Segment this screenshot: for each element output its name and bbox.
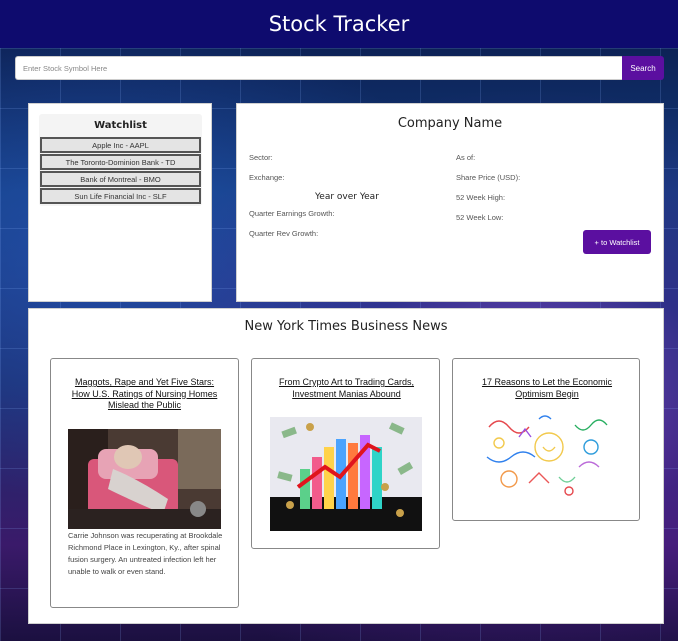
add-to-watchlist-button[interactable]: + to Watchlist <box>583 230 651 254</box>
watchlist-title: Watchlist <box>94 120 147 131</box>
news-card-2: From Crypto Art to Trading Cards, Invest… <box>251 358 440 549</box>
watchlist-panel: Watchlist Apple Inc - AAPL The Toronto-D… <box>28 103 212 302</box>
sector-label: Sector: <box>249 153 273 162</box>
news-headline-3[interactable]: 17 Reasons to Let the Economic Optimism … <box>467 377 627 400</box>
year-over-year-heading: Year over Year <box>315 192 379 202</box>
week52-low-label: 52 Week Low: <box>456 213 504 222</box>
share-price-label: Share Price (USD): <box>456 173 521 182</box>
company-name: Company Name <box>397 116 503 131</box>
watchlist-item-bmo[interactable]: Bank of Montreal - BMO <box>40 171 201 187</box>
company-panel: Company Name Sector: Exchange: Year over… <box>236 103 664 302</box>
app-header: Stock Tracker <box>0 0 678 48</box>
nursing-home-photo <box>68 429 221 529</box>
news-section-title: New York Times Business News <box>244 319 448 334</box>
search-bar: Search <box>15 56 664 80</box>
as-of-label: As of: <box>456 153 476 162</box>
news-card-1: Maggots, Rape and Yet Five Stars: How U.… <box>50 358 239 608</box>
search-button[interactable]: Search <box>622 56 664 80</box>
news-headline-2[interactable]: From Crypto Art to Trading Cards, Invest… <box>266 377 427 400</box>
watchlist: Watchlist Apple Inc - AAPL The Toronto-D… <box>39 114 202 206</box>
crypto-manias-illustration <box>270 417 422 531</box>
news-summary-1: Carrie Johnson was recuperating at Brook… <box>68 531 223 576</box>
week52-high-label: 52 Week High: <box>456 193 506 202</box>
news-headline-1[interactable]: Maggots, Rape and Yet Five Stars: How U.… <box>65 377 224 412</box>
economic-optimism-illustration <box>479 407 617 499</box>
exchange-label: Exchange: <box>249 173 285 182</box>
stock-symbol-input[interactable] <box>15 56 622 80</box>
watchlist-item-aapl[interactable]: Apple Inc - AAPL <box>40 137 201 153</box>
watchlist-item-slf[interactable]: Sun Life Financial Inc - SLF <box>40 188 201 204</box>
watchlist-item-td[interactable]: The Toronto-Dominion Bank - TD <box>40 154 201 170</box>
quarter-earnings-growth-label: Quarter Earnings Growth: <box>249 209 335 218</box>
quarter-rev-growth-label: Quarter Rev Growth: <box>249 229 319 238</box>
news-card-3: 17 Reasons to Let the Economic Optimism … <box>452 358 640 521</box>
app-title: Stock Tracker <box>268 12 410 36</box>
news-panel: New York Times Business News Maggots, Ra… <box>28 308 664 624</box>
